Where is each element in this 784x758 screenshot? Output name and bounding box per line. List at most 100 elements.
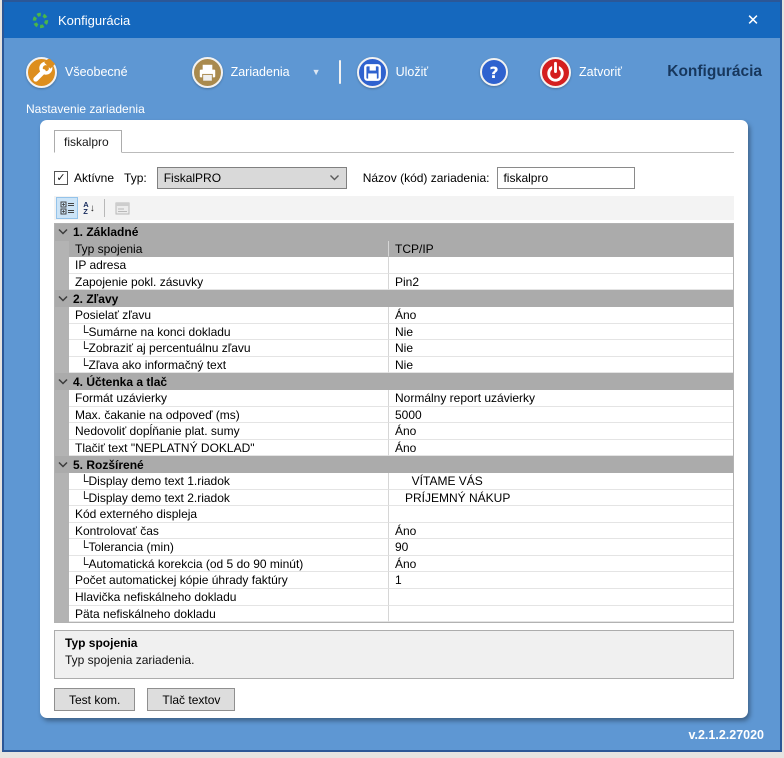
property-label: Posielať zľavu [69, 307, 388, 324]
property-value[interactable]: Nie [388, 324, 733, 341]
tab-fiskalpro[interactable]: fiskalpro [54, 130, 122, 153]
title-bar: Konfigurácia ✕ [4, 2, 780, 38]
category-indent-strip [55, 539, 69, 556]
property-value[interactable]: Áno [388, 307, 733, 324]
close-icon[interactable]: ✕ [738, 11, 768, 29]
devices-dropdown-icon[interactable]: ▼ [312, 67, 321, 77]
property-value[interactable] [388, 606, 733, 623]
property-row[interactable]: Zapojenie pokl. zásuvkyPin2 [55, 274, 733, 291]
property-label: Tlačiť text "NEPLATNÝ DOKLAD" [69, 440, 388, 457]
property-row[interactable]: Posielať zľavuÁno [55, 307, 733, 324]
active-label: Aktívne [74, 171, 114, 185]
property-value[interactable]: Normálny report uzávierky [388, 390, 733, 407]
property-category-row[interactable]: 2. Zľavy [55, 290, 733, 307]
property-value[interactable]: TCP/IP [388, 241, 733, 258]
description-text: Typ spojenia zariadenia. [65, 653, 723, 667]
property-row[interactable]: └Zobraziť aj percentuálnu zľavuNie [55, 340, 733, 357]
print-texts-button[interactable]: Tlač textov [147, 688, 235, 711]
property-value[interactable]: 90 [388, 539, 733, 556]
chevron-down-icon[interactable] [55, 378, 71, 386]
category-indent-strip [55, 324, 69, 341]
property-label: Kontrolovať čas [69, 523, 388, 540]
property-label: └Automatická korekcia (od 5 do 90 minút) [69, 556, 388, 573]
property-category-row[interactable]: 1. Základné [55, 224, 733, 241]
property-value[interactable] [388, 506, 733, 523]
property-value[interactable] [388, 257, 733, 274]
property-row[interactable]: Kód externého displeja [55, 506, 733, 523]
property-value[interactable]: 5000 [388, 407, 733, 424]
property-value[interactable]: Pin2 [388, 274, 733, 291]
category-indent-strip [55, 606, 69, 623]
property-value[interactable]: PRÍJEMNÝ NÁKUP [388, 490, 733, 507]
device-name-input[interactable]: fiskalpro [497, 167, 635, 189]
property-label: IP adresa [69, 257, 388, 274]
property-value[interactable]: Áno [388, 523, 733, 540]
property-row[interactable]: IP adresa [55, 257, 733, 274]
floppy-save-icon [357, 57, 388, 88]
device-type-select[interactable]: FiskalPRO [157, 167, 347, 189]
category-label: 1. Základné [71, 225, 138, 239]
property-row[interactable]: └Automatická korekcia (od 5 do 90 minút)… [55, 556, 733, 573]
property-grid: 1. Základné Typ spojeniaTCP/IPIP adresaZa… [54, 223, 734, 623]
property-row[interactable]: Počet automatickej kópie úhrady faktúry1 [55, 572, 733, 589]
property-label: └Tolerancia (min) [69, 539, 388, 556]
property-value[interactable]: Nie [388, 357, 733, 374]
general-button[interactable]: Všeobecné [26, 57, 128, 88]
chevron-down-icon [329, 171, 340, 185]
property-value[interactable]: Áno [388, 440, 733, 457]
property-row[interactable]: Kontrolovať časÁno [55, 523, 733, 540]
property-category-row[interactable]: 5. Rozšírené [55, 456, 733, 473]
property-value[interactable]: VÍTAME VÁS [388, 473, 733, 490]
description-title: Typ spojenia [65, 636, 723, 650]
device-name-label: Názov (kód) zariadenia: [363, 171, 490, 185]
devices-button[interactable]: Zariadenia [192, 57, 290, 88]
section-subtitle: Nastavenie zariadenia [26, 102, 780, 116]
help-button[interactable]: ? [480, 58, 508, 86]
property-label: Nedovoliť dopĺňanie plat. sumy [69, 423, 388, 440]
property-value[interactable]: Nie [388, 340, 733, 357]
property-row[interactable]: Typ spojeniaTCP/IP [55, 241, 733, 258]
property-row[interactable]: Hlavička nefiskálneho dokladu [55, 589, 733, 606]
categorized-view-button[interactable] [56, 197, 78, 219]
wrench-icon [26, 57, 57, 88]
alphabetical-sort-button[interactable]: AZ↓ [78, 197, 100, 219]
category-label: 2. Zľavy [71, 292, 118, 306]
property-label: Hlavička nefiskálneho dokladu [69, 589, 388, 606]
property-row[interactable]: Nedovoliť dopĺňanie plat. sumyÁno [55, 423, 733, 440]
main-toolbar: Všeobecné Zariadenia ▼ Ulo [26, 50, 762, 94]
chevron-down-icon[interactable] [55, 461, 71, 469]
general-label: Všeobecné [65, 65, 128, 79]
property-row[interactable]: Formát uzávierkyNormálny report uzávierk… [55, 390, 733, 407]
category-indent-strip [55, 423, 69, 440]
active-checkbox[interactable]: ✓ [54, 171, 68, 185]
property-row[interactable]: └Tolerancia (min)90 [55, 539, 733, 556]
category-indent-strip [55, 307, 69, 324]
category-indent-strip [55, 490, 69, 507]
property-label: Päta nefiskálneho dokladu [69, 606, 388, 623]
category-indent-strip [55, 241, 69, 258]
property-value[interactable]: Áno [388, 423, 733, 440]
chevron-down-icon[interactable] [55, 228, 71, 236]
property-row[interactable]: └Zľava ako informačný textNie [55, 357, 733, 374]
property-category-row[interactable]: 4. Účtenka a tlač [55, 373, 733, 390]
property-label: Max. čakanie na odpoveď (ms) [69, 407, 388, 424]
property-value[interactable]: 1 [388, 572, 733, 589]
test-communication-button[interactable]: Test kom. [54, 688, 135, 711]
property-label: Počet automatickej kópie úhrady faktúry [69, 572, 388, 589]
property-row[interactable]: Tlačiť text "NEPLATNÝ DOKLAD"Áno [55, 440, 733, 457]
type-label: Typ: [124, 171, 147, 185]
category-indent-strip [55, 556, 69, 573]
property-value[interactable] [388, 589, 733, 606]
property-row[interactable]: └Display demo text 1.riadok VÍTAME VÁS [55, 473, 733, 490]
close-app-button[interactable]: Zatvoriť [540, 57, 622, 88]
category-indent-strip [55, 257, 69, 274]
chevron-down-icon[interactable] [55, 295, 71, 303]
property-row[interactable]: └Display demo text 2.riadok PRÍJEMNÝ NÁK… [55, 490, 733, 507]
property-label: └Zobraziť aj percentuálnu zľavu [69, 340, 388, 357]
power-icon [540, 57, 571, 88]
save-button[interactable]: Uložiť [357, 57, 428, 88]
property-row[interactable]: Päta nefiskálneho dokladu [55, 606, 733, 623]
property-row[interactable]: └Sumárne na konci dokladuNie [55, 324, 733, 341]
property-value[interactable]: Áno [388, 556, 733, 573]
property-row[interactable]: Max. čakanie na odpoveď (ms)5000 [55, 407, 733, 424]
